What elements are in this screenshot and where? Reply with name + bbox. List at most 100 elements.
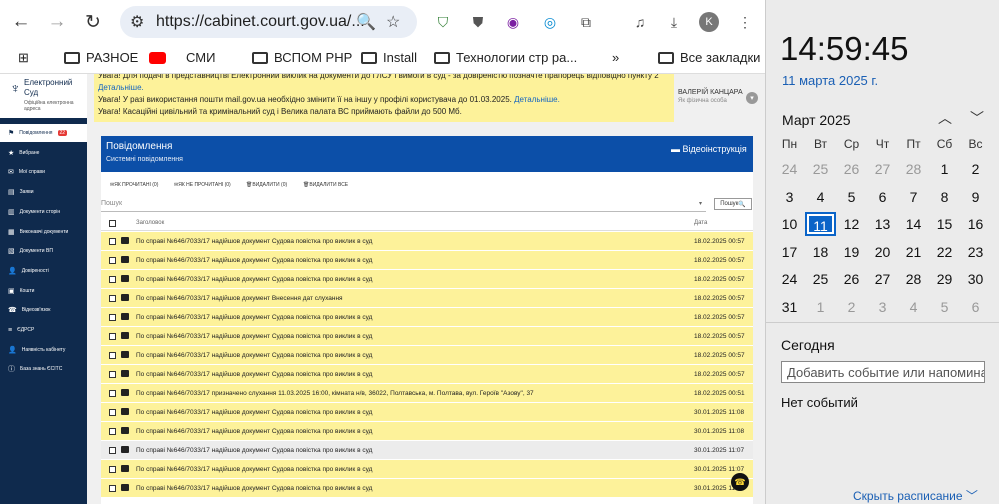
bookmark-install[interactable]: Install <box>361 50 417 65</box>
calendar-day[interactable]: 4 <box>805 185 836 209</box>
table-row[interactable]: По справі №646/7033/17 надійшов документ… <box>101 403 753 422</box>
calendar-day[interactable]: 29 <box>929 267 960 291</box>
calendar-day[interactable]: 26 <box>836 267 867 291</box>
row-checkbox[interactable] <box>109 466 116 473</box>
forward-icon[interactable]: → <box>44 9 70 35</box>
calendar-day[interactable]: 9 <box>960 185 991 209</box>
nav-item[interactable]: ▥ Документи сторін <box>0 203 87 221</box>
row-checkbox[interactable] <box>109 428 116 435</box>
nav-item[interactable]: 👤 Наявність кабінету <box>0 341 87 359</box>
table-row[interactable]: По справі №646/7033/17 надійшов документ… <box>101 479 753 498</box>
table-row[interactable]: По справі №646/7033/17 надійшов документ… <box>101 232 753 251</box>
calendar-day[interactable]: 25 <box>805 157 836 181</box>
calendar-day[interactable]: 27 <box>867 157 898 181</box>
nav-item[interactable]: ★ Вибране <box>0 144 87 162</box>
clock-date[interactable]: 11 марта 2025 г. <box>782 73 878 88</box>
row-subject[interactable]: По справі №646/7033/17 надійшов документ… <box>136 276 372 283</box>
more-bookmarks-icon[interactable]: » <box>612 50 619 65</box>
row-subject[interactable]: По справі №646/7033/17 надійшов документ… <box>136 314 372 321</box>
panel-subtitle[interactable]: Системні повідомлення <box>106 156 183 163</box>
calendar-day[interactable]: 22 <box>929 240 960 264</box>
calendar-day[interactable]: 23 <box>960 240 991 264</box>
url-text[interactable]: https://cabinet.court.gov.ua/... <box>156 13 365 31</box>
search-icon[interactable]: 🔍 <box>356 12 376 32</box>
table-row[interactable]: По справі №646/7033/17 надійшов документ… <box>101 365 753 384</box>
menu-dots-icon[interactable]: ⋮ <box>735 12 755 32</box>
calendar-day[interactable]: 24 <box>774 157 805 181</box>
table-row[interactable]: По справі №646/7033/17 надійшов документ… <box>101 346 753 365</box>
user-info[interactable]: ВАЛЕРІЙ КАНЦАРА Як фізична особа <box>678 88 743 106</box>
calendar-day[interactable]: 26 <box>836 157 867 181</box>
calendar-day[interactable]: 17 <box>774 240 805 264</box>
calendar-day[interactable]: 21 <box>898 240 929 264</box>
extension-badge-icon[interactable]: ⛊ <box>468 12 488 32</box>
calendar-month[interactable]: Март 2025 <box>782 112 851 128</box>
search-button[interactable]: Пошук 🔍 <box>714 198 752 210</box>
calendar-day[interactable]: 15 <box>929 212 960 236</box>
extension-color-icon[interactable]: ◉ <box>503 12 523 32</box>
extension-shazam-icon[interactable]: ◎ <box>540 12 560 32</box>
notice-details-link-1[interactable]: Детальніше. <box>98 83 144 92</box>
extension-shield-icon[interactable]: ⛉ <box>433 12 453 32</box>
select-all-checkbox[interactable] <box>109 220 116 227</box>
table-row[interactable]: По справі №646/7033/17 призначено слухан… <box>101 384 753 403</box>
bookmark-vspom-php[interactable]: ВСПОМ PHP <box>252 50 352 65</box>
calendar-day[interactable]: 1 <box>805 295 836 319</box>
row-subject[interactable]: По справі №646/7033/17 надійшов документ… <box>136 295 343 302</box>
row-checkbox[interactable] <box>109 257 116 264</box>
table-row[interactable]: По справі №646/7033/17 надійшов документ… <box>101 327 753 346</box>
row-checkbox[interactable] <box>109 352 116 359</box>
row-subject[interactable]: По справі №646/7033/17 надійшов документ… <box>136 352 372 359</box>
table-row[interactable]: По справі №646/7033/17 надійшов документ… <box>101 460 753 479</box>
calendar-day[interactable]: 3 <box>867 295 898 319</box>
download-icon[interactable]: ⤓ <box>664 12 684 32</box>
row-checkbox[interactable] <box>109 390 116 397</box>
table-row[interactable]: По справі №646/7033/17 надійшов документ… <box>101 422 753 441</box>
extensions-puzzle-icon[interactable]: ⧉ <box>576 12 596 32</box>
site-info-icon[interactable]: ⚙ <box>130 12 144 32</box>
hide-schedule-link[interactable]: Скрыть расписание ﹀ <box>853 487 978 504</box>
back-icon[interactable]: ← <box>8 9 34 35</box>
row-checkbox[interactable] <box>109 314 116 321</box>
calendar-day[interactable]: 12 <box>836 212 867 236</box>
calendar-day[interactable]: 28 <box>898 267 929 291</box>
row-checkbox[interactable] <box>109 276 116 283</box>
add-event-input[interactable]: Добавить событие или напомина <box>781 361 985 383</box>
profile-avatar[interactable]: K <box>699 12 719 32</box>
calendar-day[interactable]: 24 <box>774 267 805 291</box>
row-checkbox[interactable] <box>109 447 116 454</box>
calendar-day[interactable]: 18 <box>805 240 836 264</box>
search-input[interactable]: Пошук <box>101 200 706 212</box>
phone-fab-icon[interactable]: ☎ <box>731 473 749 491</box>
notice-details-link-2[interactable]: Детальніше. <box>514 95 560 104</box>
calendar-day[interactable]: 4 <box>898 295 929 319</box>
table-row[interactable]: По справі №646/7033/17 надійшов документ… <box>101 289 753 308</box>
calendar-day[interactable]: 2 <box>960 157 991 181</box>
nav-item[interactable]: ✉ Мої справи <box>0 163 87 181</box>
apps-grid-icon[interactable]: ⊞ <box>18 50 29 66</box>
nav-item[interactable]: ▦ Виконавчі документи <box>0 223 87 241</box>
row-subject[interactable]: По справі №646/7033/17 надійшов документ… <box>136 371 372 378</box>
nav-item[interactable]: ⚑ Повідомлення 22 <box>0 124 87 142</box>
user-menu-icon[interactable]: ▾ <box>746 92 758 104</box>
row-checkbox[interactable] <box>109 333 116 340</box>
calendar-day[interactable]: 25 <box>805 267 836 291</box>
calendar-day[interactable]: 16 <box>960 212 991 236</box>
row-checkbox[interactable] <box>109 485 116 492</box>
row-checkbox[interactable] <box>109 295 116 302</box>
calendar-day[interactable]: 27 <box>867 267 898 291</box>
calendar-day[interactable]: 14 <box>898 212 929 236</box>
nav-item[interactable]: ≡ ЄДРСР <box>0 321 87 339</box>
table-row[interactable]: По справі №646/7033/17 надійшов документ… <box>101 308 753 327</box>
next-month-icon[interactable]: ﹀ <box>970 108 984 128</box>
media-icon[interactable]: ♫ <box>630 12 650 32</box>
calendar-day[interactable]: 10 <box>774 212 805 236</box>
table-row[interactable]: По справі №646/7033/17 надійшов документ… <box>101 441 753 460</box>
row-subject[interactable]: По справі №646/7033/17 надійшов документ… <box>136 238 372 245</box>
mark-unread-button[interactable]: ✉ ЯК НЕ ПРОЧИТАНІ (0) <box>174 182 231 188</box>
delete-button[interactable]: 🗑 ВИДАЛИТИ (0) <box>246 182 287 188</box>
calendar-day[interactable]: 20 <box>867 240 898 264</box>
nav-item[interactable]: ▧ Документи ВП <box>0 242 87 260</box>
calendar-day[interactable]: 19 <box>836 240 867 264</box>
calendar-day[interactable]: 3 <box>774 185 805 209</box>
